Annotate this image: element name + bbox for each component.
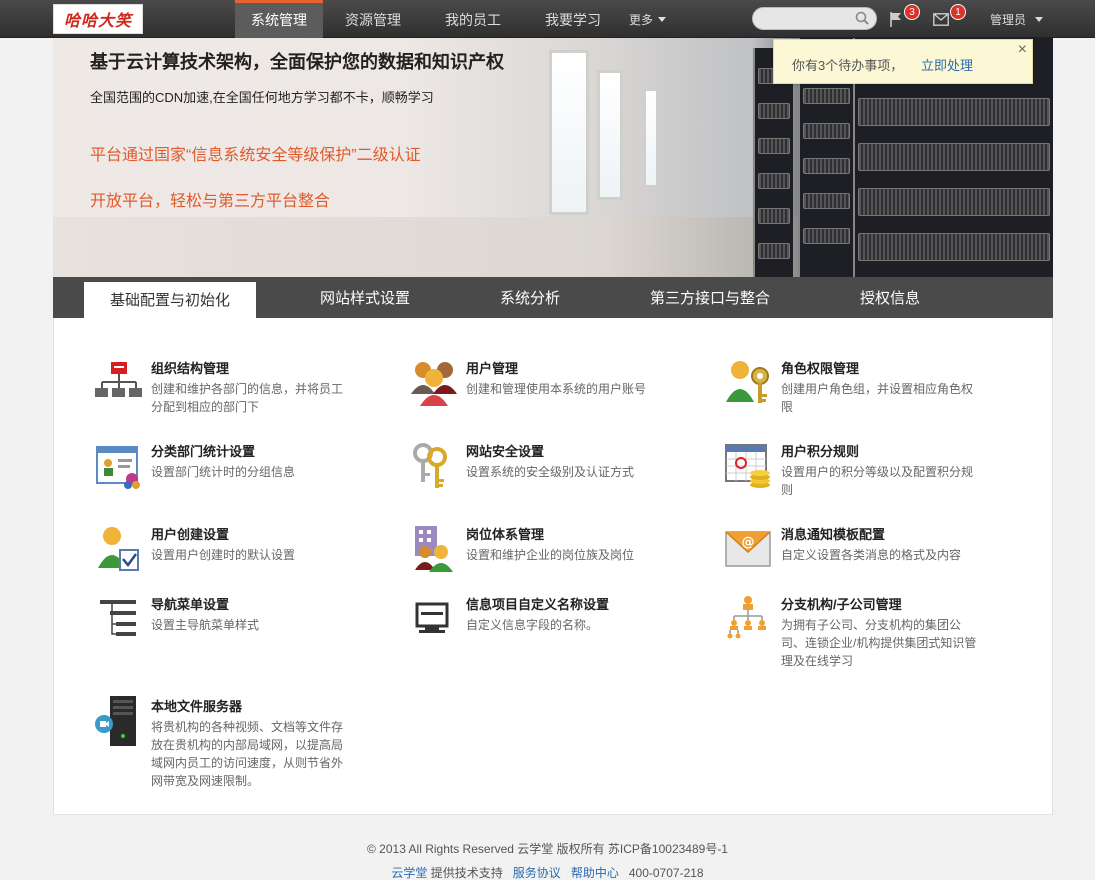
monitor-icon	[415, 602, 449, 633]
setting-title: 用户积分规则	[781, 444, 860, 459]
setting-description: 设置部门统计时的分组信息	[151, 465, 296, 479]
file-server-icon	[95, 696, 136, 746]
setting-description: 设置用户创建时的默认设置	[151, 548, 296, 562]
user-name: 管理员	[990, 13, 1027, 27]
footer-help-link[interactable]: 帮助中心	[571, 866, 619, 880]
flag-icon[interactable]	[888, 11, 904, 27]
setting-description: 创建和维护各部门的信息，并将员工分配到相应的部门下	[151, 382, 344, 414]
tab-license-info[interactable]: 授权信息	[830, 277, 950, 318]
hero-highlight-1: 平台通过国家“信息系统安全等级保护”二级认证	[90, 147, 421, 164]
setting-title: 用户创建设置	[151, 527, 230, 542]
footer-phone: 400-0707-218	[628, 866, 704, 880]
nav-item-system[interactable]: 系统管理	[235, 0, 323, 38]
chevron-down-icon	[1035, 17, 1044, 22]
chevron-down-icon	[658, 17, 667, 22]
todo-message: 你有3个待办事项，	[792, 58, 904, 73]
hero-highlight-2: 开放平台，轻松与第三方平台整合	[90, 193, 331, 210]
setting-title: 本地文件服务器	[151, 699, 243, 714]
branch-org-icon	[727, 596, 766, 639]
setting-title: 信息项目自定义名称设置	[466, 597, 610, 612]
user-key-icon	[726, 361, 769, 403]
setting-title: 导航菜单设置	[151, 597, 230, 612]
user-menu[interactable]: 管理员	[990, 0, 1044, 38]
setting-description: 自定义信息字段的名称。	[466, 618, 599, 632]
nav-item-resources[interactable]: 资源管理	[323, 0, 423, 38]
nav-more-label: 更多	[629, 13, 654, 27]
setting-title: 角色权限管理	[781, 361, 860, 376]
flag-count-badge: 3	[904, 4, 920, 20]
hero-subtitle: 全国范围的CDN加速,在全国任何地方学习都不卡，顺畅学习	[90, 90, 434, 105]
footer-provider-suffix: 提供技术支持	[430, 866, 503, 880]
svg-text:@: @	[742, 535, 755, 550]
tab-third-party[interactable]: 第三方接口与整合	[635, 277, 785, 318]
org-chart-icon	[95, 362, 142, 397]
tab-basic-config[interactable]: 基础配置与初始化	[84, 282, 256, 318]
setting-title: 组织结构管理	[151, 361, 230, 376]
search-box	[752, 7, 877, 30]
nav-item-learning[interactable]: 我要学习	[523, 0, 623, 38]
setting-title: 用户管理	[466, 361, 519, 376]
setting-description: 设置和维护企业的岗位族及岗位	[466, 548, 635, 562]
hero-door-decoration	[643, 88, 659, 188]
setting-title: 分类部门统计设置	[151, 444, 256, 459]
main-nav: 系统管理 资源管理 我的员工 我要学习 更多	[235, 0, 667, 38]
nav-more-dropdown[interactable]: 更多	[623, 0, 667, 38]
top-navbar: 哈哈大笑 系统管理 资源管理 我的员工 我要学习 更多 3 1 管理员	[0, 0, 1095, 38]
settings-tabs: 基础配置与初始化 网站样式设置 系统分析 第三方接口与整合 授权信息	[53, 277, 1053, 318]
settings-panel: 组织结构管理 创建和维护各部门的信息，并将员工分配到相应的部门下 用户管理 创建…	[53, 318, 1053, 815]
search-icon[interactable]	[855, 11, 869, 25]
stats-window-icon	[96, 446, 140, 489]
hero-title: 基于云计算技术架构，全面保护您的数据和知识产权	[90, 52, 504, 72]
setting-description: 设置用户的积分等级以及配置积分规则	[781, 465, 974, 497]
logo[interactable]: 哈哈大笑	[53, 4, 143, 34]
close-icon[interactable]: ×	[1018, 41, 1027, 59]
users-icon	[411, 362, 457, 406]
setting-description: 将贵机构的各种视频、文档等文件存放在贵机构的内部局域网，以提高局域网内员工的访问…	[151, 720, 344, 788]
calendar-coins-icon	[725, 444, 770, 488]
nav-item-employees[interactable]: 我的员工	[423, 0, 523, 38]
setting-title: 消息通知模板配置	[781, 527, 886, 542]
setting-description: 创建和管理使用本系统的用户账号	[466, 382, 647, 396]
footer-provider-link[interactable]: 云学堂	[391, 866, 427, 880]
keys-icon	[413, 443, 447, 488]
todo-notification: 你有3个待办事项， 立即处理 ×	[773, 39, 1033, 84]
footer-terms-link[interactable]: 服务协议	[513, 866, 561, 880]
search-input[interactable]	[763, 8, 858, 29]
hero-door-decoration	[597, 70, 623, 200]
setting-description: 设置主导航菜单样式	[151, 618, 260, 632]
setting-title: 岗位体系管理	[466, 527, 545, 542]
hero-door-decoration	[549, 50, 589, 215]
user-check-icon	[98, 527, 139, 571]
tab-system-analysis[interactable]: 系统分析	[470, 277, 590, 318]
todo-action-link[interactable]: 立即处理	[921, 55, 973, 74]
menu-list-icon	[100, 600, 136, 636]
setting-description: 为拥有子公司、分支机构的集团公司、连锁企业/机构提供集团式知识管理及在线学习	[781, 618, 977, 668]
setting-title: 网站安全设置	[466, 444, 545, 459]
logo-text: 哈哈大笑	[63, 11, 132, 30]
setting-title: 分支机构/子公司管理	[781, 597, 902, 612]
mail-at-icon: @	[725, 531, 771, 567]
setting-description: 自定义设置各类消息的格式及内容	[781, 548, 962, 562]
footer-links: 云学堂 提供技术支持 服务协议 帮助中心 400-0707-218	[0, 864, 1095, 880]
tab-site-style[interactable]: 网站样式设置	[290, 277, 440, 318]
setting-description: 创建用户角色组，并设置相应角色权限	[781, 382, 974, 414]
setting-description: 设置系统的安全级别及认证方式	[466, 465, 635, 479]
mail-icon[interactable]	[933, 13, 949, 26]
footer-copyright: © 2013 All Rights Reserved 云学堂 版权所有 苏ICP…	[367, 842, 728, 856]
mail-count-badge: 1	[950, 4, 966, 20]
team-building-icon	[415, 526, 453, 572]
